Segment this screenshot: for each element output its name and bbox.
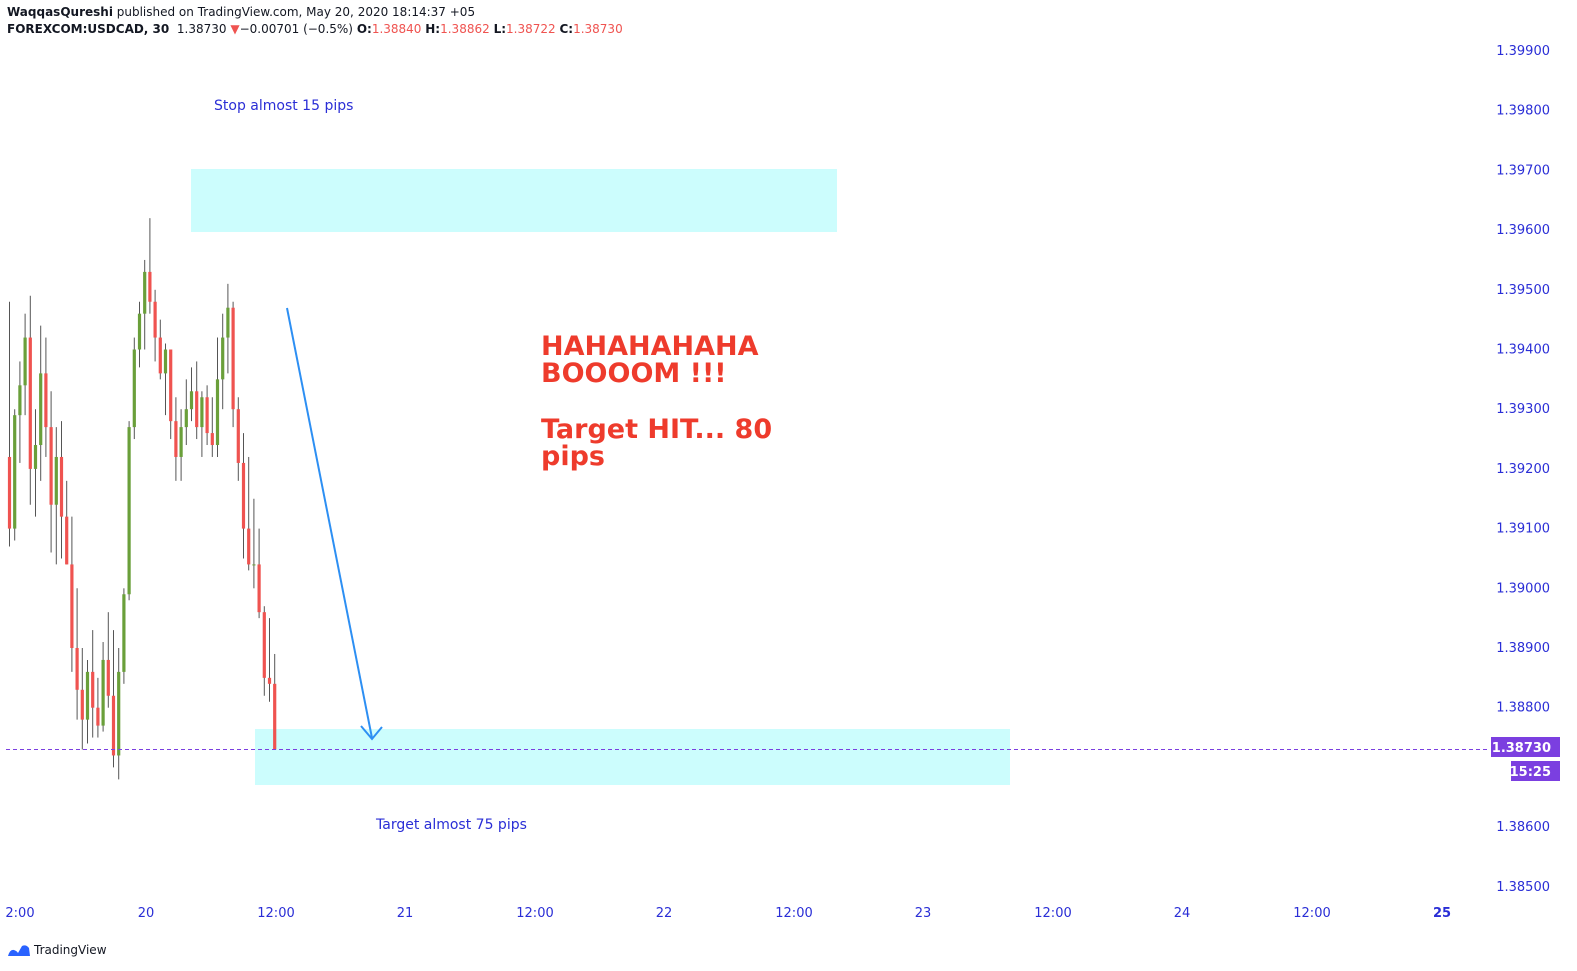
arrow-layer bbox=[286, 307, 383, 741]
x-tick-label: 12:00 bbox=[516, 906, 553, 921]
x-tick-label: 12:00 bbox=[1034, 906, 1071, 921]
zones-layer bbox=[191, 169, 1010, 785]
y-tick-label: 1.39900 bbox=[1496, 44, 1550, 59]
candle-body bbox=[7, 456, 12, 529]
candle-body bbox=[137, 313, 142, 350]
x-tick-label: 20 bbox=[138, 906, 155, 921]
candle-body bbox=[117, 671, 121, 756]
candle-body bbox=[122, 594, 126, 672]
x-tick-label: 23 bbox=[915, 906, 932, 921]
countdown-badge-label: 15:25 bbox=[1510, 765, 1551, 780]
tradingview-branding[interactable]: TradingView bbox=[7, 943, 107, 957]
x-tick-label: 12:00 bbox=[1293, 906, 1330, 921]
target-annotation[interactable]: Target almost 75 pips bbox=[376, 817, 527, 833]
candle-body bbox=[200, 397, 204, 428]
y-tick-label: 1.38500 bbox=[1496, 880, 1550, 895]
y-tick-label: 1.38900 bbox=[1496, 641, 1550, 656]
candle-body bbox=[148, 271, 152, 302]
big-annotation[interactable]: HAHAHAHAHA BOOOOM !!! Target HIT... 80 p… bbox=[541, 333, 772, 470]
candle-body bbox=[39, 373, 43, 446]
big-annotation-line-3: Target HIT... 80 bbox=[541, 414, 773, 445]
candle-body bbox=[241, 462, 246, 529]
candle-body bbox=[221, 337, 225, 380]
candle-body bbox=[169, 349, 173, 422]
y-tick-label: 1.39000 bbox=[1496, 581, 1550, 596]
x-tick-label: 22 bbox=[656, 906, 673, 921]
candle-body bbox=[247, 528, 251, 565]
stop-zone bbox=[191, 169, 837, 232]
y-tick-label: 1.39600 bbox=[1496, 223, 1550, 238]
candle-body bbox=[13, 415, 17, 529]
candle-body bbox=[101, 659, 105, 726]
big-annotation-line-2: BOOOOM !!! bbox=[541, 358, 727, 389]
candle-body bbox=[127, 427, 131, 595]
y-tick-label: 1.39700 bbox=[1496, 163, 1550, 178]
price-axis: 1.39900 1.39800 1.39700 1.39600 1.39500 1.394… bbox=[1491, 44, 1560, 895]
candle-body bbox=[111, 695, 116, 756]
y-tick-label: 1.39100 bbox=[1496, 522, 1550, 537]
candle-body bbox=[106, 659, 110, 696]
last-price-badge-label: 1.38730 bbox=[1492, 741, 1551, 756]
candle-body bbox=[54, 456, 58, 505]
candle-body bbox=[49, 427, 53, 505]
stop-annotation[interactable]: Stop almost 15 pips bbox=[214, 98, 353, 114]
candle-body bbox=[75, 648, 79, 690]
candle-body bbox=[70, 564, 74, 648]
candle-body bbox=[143, 271, 147, 314]
candle-body bbox=[273, 683, 277, 750]
candle-body bbox=[262, 612, 266, 678]
y-tick-label: 1.39200 bbox=[1496, 462, 1550, 477]
target-zone bbox=[255, 729, 1010, 785]
candle-body bbox=[65, 516, 69, 565]
candle-body bbox=[96, 707, 100, 726]
candle-body bbox=[236, 409, 240, 463]
candle-body bbox=[184, 409, 188, 428]
time-axis: 2:00 20 12:00 21 12:00 22 12:00 23 12:00 24 12:00 2… bbox=[5, 906, 1451, 921]
down-arrow-shaft bbox=[286, 307, 373, 739]
price-chart[interactable]: 1.39900 1.39800 1.39700 1.39600 1.39500 1.394… bbox=[0, 0, 1577, 971]
x-tick-label: 21 bbox=[397, 906, 414, 921]
x-tick-label: 12:00 bbox=[257, 906, 294, 921]
candle-body bbox=[18, 385, 22, 416]
big-annotation-line-1: HAHAHAHAHA bbox=[541, 331, 759, 362]
candle-body bbox=[226, 307, 230, 338]
candle-body bbox=[205, 397, 209, 434]
candle-body bbox=[189, 391, 194, 410]
candle-body bbox=[44, 373, 48, 428]
candle-body bbox=[174, 421, 178, 457]
candles-layer bbox=[7, 218, 277, 780]
candle-body bbox=[33, 445, 38, 469]
branding-text: TradingView bbox=[34, 943, 107, 957]
x-tick-label: 12:00 bbox=[775, 906, 812, 921]
candle-body bbox=[267, 677, 272, 684]
candle-body bbox=[215, 379, 220, 446]
x-tick-label: 2:00 bbox=[5, 906, 34, 921]
y-tick-label: 1.39300 bbox=[1496, 402, 1550, 417]
tradingview-logo-icon bbox=[8, 945, 30, 956]
candle-body bbox=[85, 671, 90, 720]
candle-body bbox=[252, 564, 256, 566]
candle-body bbox=[158, 337, 162, 374]
candle-body bbox=[59, 456, 64, 517]
y-tick-label: 1.38600 bbox=[1496, 820, 1550, 835]
candle-body bbox=[132, 349, 136, 428]
candle-body bbox=[195, 391, 199, 428]
y-tick-label: 1.39400 bbox=[1496, 343, 1550, 358]
candle-body bbox=[80, 689, 84, 720]
y-tick-label: 1.38800 bbox=[1496, 701, 1550, 716]
x-tick-label: 24 bbox=[1174, 906, 1191, 921]
candle-body bbox=[257, 564, 261, 613]
candle-body bbox=[91, 671, 95, 708]
candle-body bbox=[153, 301, 157, 338]
candle-body bbox=[23, 337, 27, 386]
y-tick-label: 1.39500 bbox=[1496, 283, 1550, 298]
x-tick-label: 25 bbox=[1433, 906, 1451, 921]
candle-body bbox=[210, 433, 214, 446]
big-annotation-line-4: pips bbox=[541, 441, 605, 472]
candle-body bbox=[231, 307, 235, 410]
y-tick-label: 1.39800 bbox=[1496, 104, 1550, 119]
candle-body bbox=[28, 337, 32, 469]
candle-body bbox=[163, 349, 168, 374]
candle-body bbox=[179, 427, 183, 457]
